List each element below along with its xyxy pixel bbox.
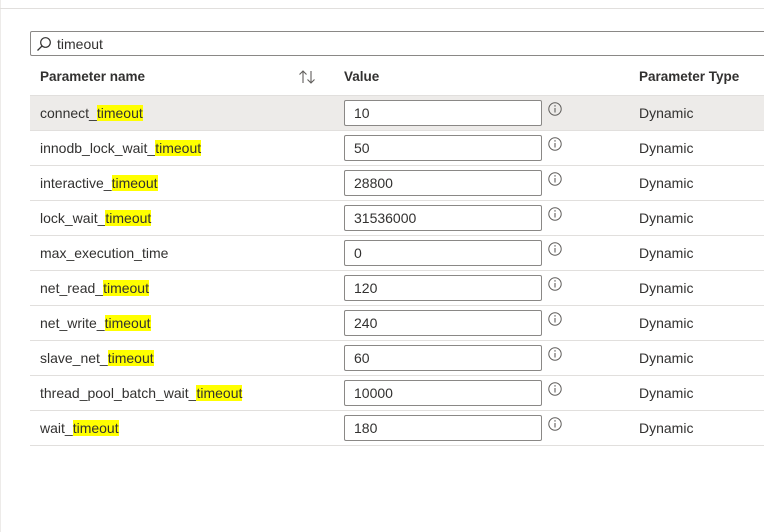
parameter-type-cell: Dynamic	[639, 305, 764, 341]
parameter-name-cell: slave_net_timeout	[30, 340, 344, 376]
parameter-type-cell: Dynamic	[639, 200, 764, 236]
search-box[interactable]: timeout	[30, 31, 764, 56]
parameter-name-cell: connect_timeout	[30, 95, 344, 131]
parameter-type-cell: Dynamic	[639, 165, 764, 201]
table-row[interactable]: net_write_timeout 240 Dynamic	[30, 305, 764, 341]
parameter-name-prefix: max_execution_time	[40, 245, 169, 261]
parameter-type-cell: Dynamic	[639, 340, 764, 376]
search-match-highlight: timeout	[105, 210, 152, 226]
sort-icon[interactable]	[298, 70, 316, 84]
table-row[interactable]: innodb_lock_wait_timeout 50 Dynamic	[30, 130, 764, 166]
value-input[interactable]: 10000	[344, 380, 542, 406]
column-header-label: Parameter name	[40, 69, 146, 84]
parameter-name-prefix: connect_	[40, 105, 97, 121]
table-row[interactable]: thread_pool_batch_wait_timeout 10000 Dynam…	[30, 375, 764, 411]
parameter-type-cell: Dynamic	[639, 235, 764, 271]
value-input[interactable]: 60	[344, 345, 542, 371]
search-match-highlight: timeout	[196, 385, 243, 401]
value-cell: 10	[344, 95, 639, 131]
parameter-type-cell: Dynamic	[639, 270, 764, 306]
value-cell: 50	[344, 130, 639, 166]
table-row[interactable]: wait_timeout 180 Dynamic	[30, 410, 764, 446]
table-row[interactable]: net_read_timeout 120 Dynamic	[30, 270, 764, 306]
parameter-name-prefix: wait_	[40, 420, 73, 436]
value-input[interactable]: 50	[344, 135, 542, 161]
top-divider	[0, 8, 764, 9]
column-header-parameter-name[interactable]: Parameter name	[30, 58, 344, 96]
parameter-name-cell: max_execution_time	[30, 235, 344, 271]
parameter-name-cell: wait_timeout	[30, 410, 344, 446]
value-input[interactable]: 240	[344, 310, 542, 336]
parameter-name-prefix: interactive_	[40, 175, 112, 191]
parameter-name-cell: thread_pool_batch_wait_timeout	[30, 375, 344, 411]
search-match-highlight: timeout	[103, 280, 149, 296]
info-icon[interactable]	[548, 277, 562, 291]
info-icon[interactable]	[548, 382, 562, 396]
search-match-highlight: timeout	[111, 175, 158, 191]
value-input[interactable]: 120	[344, 275, 542, 301]
search-icon	[37, 37, 51, 51]
info-icon[interactable]	[548, 172, 562, 186]
info-icon[interactable]	[548, 347, 562, 361]
parameter-name-cell: innodb_lock_wait_timeout	[30, 130, 344, 166]
parameter-type-cell: Dynamic	[639, 95, 764, 131]
parameter-type-cell: Dynamic	[639, 130, 764, 166]
value-cell: 10000	[344, 375, 639, 411]
parameter-type-cell: Dynamic	[639, 375, 764, 411]
info-icon[interactable]	[548, 312, 562, 326]
column-header-parameter-type[interactable]: Parameter Type	[639, 58, 764, 96]
parameter-type-cell: Dynamic	[639, 410, 764, 446]
value-input[interactable]: 180	[344, 415, 542, 441]
column-header-value[interactable]: Value	[344, 58, 639, 96]
value-cell: 60	[344, 340, 639, 376]
table-row[interactable]: max_execution_time 0 Dynamic	[30, 235, 764, 271]
table-row[interactable]: interactive_timeout 28800 Dynamic	[30, 165, 764, 201]
search-match-highlight: timeout	[72, 420, 119, 436]
column-header-label: Parameter Type	[639, 69, 740, 84]
parameter-name-prefix: net_write_	[40, 315, 105, 331]
value-cell: 120	[344, 270, 639, 306]
table-header-row: Parameter name Value Parameter Type	[30, 58, 764, 96]
info-icon[interactable]	[548, 102, 562, 116]
table-row[interactable]: slave_net_timeout 60 Dynamic	[30, 340, 764, 376]
parameter-name-prefix: slave_net_	[40, 350, 108, 366]
value-cell: 240	[344, 305, 639, 341]
value-cell: 28800	[344, 165, 639, 201]
value-input[interactable]: 0	[344, 240, 542, 266]
parameter-name-prefix: lock_wait_	[40, 210, 106, 226]
value-cell: 180	[344, 410, 639, 446]
parameter-name-prefix: innodb_lock_wait_	[40, 140, 156, 156]
info-icon[interactable]	[548, 417, 562, 431]
parameter-name-cell: net_write_timeout	[30, 305, 344, 341]
parameters-table: Parameter name Value Parameter Type conn…	[30, 58, 764, 446]
parameter-name-cell: lock_wait_timeout	[30, 200, 344, 236]
search-match-highlight: timeout	[96, 105, 143, 121]
search-match-highlight: timeout	[155, 140, 202, 156]
parameter-name-cell: interactive_timeout	[30, 165, 344, 201]
left-border	[0, 0, 1, 532]
value-cell: 0	[344, 235, 639, 271]
value-cell: 31536000	[344, 200, 639, 236]
info-icon[interactable]	[548, 242, 562, 256]
table-row[interactable]: lock_wait_timeout 31536000 Dynamic	[30, 200, 764, 236]
search-match-highlight: timeout	[104, 315, 151, 331]
info-icon[interactable]	[548, 137, 562, 151]
table-row[interactable]: connect_timeout 10 Dynamic	[30, 95, 764, 131]
search-input[interactable]: timeout	[57, 36, 103, 52]
value-input[interactable]: 10	[344, 100, 542, 126]
parameter-name-prefix: thread_pool_batch_wait_	[40, 385, 197, 401]
value-input[interactable]: 28800	[344, 170, 542, 196]
info-icon[interactable]	[548, 207, 562, 221]
value-input[interactable]: 31536000	[344, 205, 542, 231]
parameter-name-prefix: net_read_	[40, 280, 104, 296]
parameter-name-cell: net_read_timeout	[30, 270, 344, 306]
search-match-highlight: timeout	[107, 350, 154, 366]
column-header-label: Value	[344, 69, 380, 84]
